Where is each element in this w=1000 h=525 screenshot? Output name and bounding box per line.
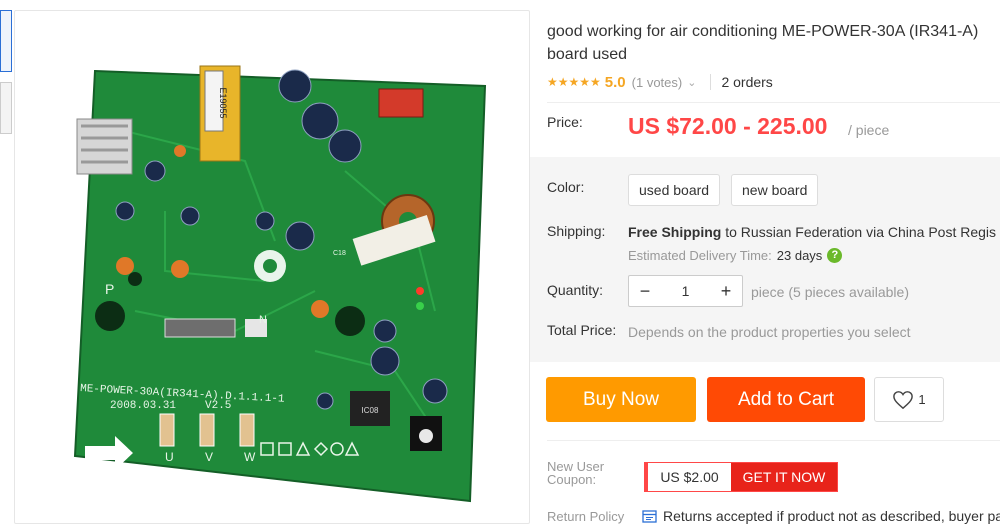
thumbnail-2[interactable] [0, 82, 12, 134]
return-policy-info[interactable]: Returns accepted if product not as descr… [642, 508, 1000, 524]
chip-code: IC08 [362, 406, 379, 415]
coupon-label: New User Coupon: [547, 459, 605, 487]
return-policy-label: Return Policy [547, 509, 625, 524]
product-title: good working for air conditioning ME-POW… [547, 20, 1000, 66]
wishlist-count: 1 [918, 392, 926, 407]
title-line-1: good working for air conditioning ME-POW… [547, 23, 979, 40]
add-to-cart-button[interactable]: Add to Cart [707, 377, 865, 422]
shipping-info[interactable]: Free Shipping to Russian Federation via … [628, 224, 996, 240]
product-detail-panel: good working for air conditioning ME-POW… [530, 0, 1000, 525]
coupon-amount: US $2.00 [645, 463, 731, 491]
board-date-label: 2008.03.31 [110, 400, 176, 412]
quantity-decrease-button[interactable]: − [629, 276, 661, 306]
shipping-label: Shipping: [547, 223, 606, 239]
get-coupon-button[interactable]: GET IT NOW [731, 463, 837, 491]
quantity-input[interactable]: 1 [661, 283, 710, 299]
phase-u-label: U [165, 450, 174, 464]
chevron-down-icon[interactable]: ⌄ [687, 76, 696, 89]
title-line-2: board used [547, 46, 628, 63]
thumbnail-1[interactable] [0, 10, 12, 72]
eta-label: Estimated Delivery Time: [628, 248, 772, 263]
pcb-board-image: E19055 IC08 P N C18 ME-POWER-30A(IR341-A… [73, 65, 487, 503]
total-price-label: Total Price: [547, 322, 617, 338]
help-icon[interactable]: ? [827, 248, 843, 263]
pin-p-label: P [105, 281, 114, 297]
wishlist-button[interactable]: 1 [874, 377, 944, 422]
rating-row: ★★★★★ 5.0 (1 votes) ⌄ 2 orders [547, 72, 773, 92]
price-unit: / piece [848, 122, 890, 138]
rating-score: 5.0 [604, 73, 626, 91]
quantity-stepper: − 1 + [628, 275, 743, 307]
heart-icon [893, 390, 914, 409]
star-rating-icon: ★★★★★ [547, 75, 601, 89]
color-option-used-board[interactable]: used board [628, 174, 721, 206]
coupon-box: US $2.00 GET IT NOW [644, 462, 838, 492]
return-policy-icon [642, 509, 657, 523]
phase-w-label: W [244, 450, 256, 464]
image-gallery: E19055 IC08 P N C18 ME-POWER-30A(IR341-A… [0, 0, 530, 525]
shipping-destination: to Russian Federation via China Post Reg… [721, 224, 997, 240]
color-option-new-board[interactable]: new board [731, 174, 819, 206]
board-version-label: V2.5 [205, 400, 231, 412]
return-policy-text: Returns accepted if product not as descr… [663, 508, 1000, 524]
divider [547, 102, 1000, 103]
divider [547, 440, 1000, 441]
component-code: C18 [333, 250, 346, 257]
free-shipping-text: Free Shipping [628, 224, 722, 240]
quantity-label: Quantity: [547, 282, 604, 298]
total-price-value: Depends on the product properties you se… [628, 324, 911, 340]
main-product-photo[interactable]: E19055 IC08 P N C18 ME-POWER-30A(IR341-A… [14, 10, 530, 524]
price-label: Price: [547, 114, 583, 130]
divider [710, 74, 712, 90]
buy-now-button[interactable]: Buy Now [546, 377, 696, 422]
order-count: 2 orders [721, 74, 773, 90]
eta-days: 23 days [776, 248, 823, 263]
quantity-availability: piece (5 pieces available) [751, 284, 909, 300]
delivery-estimate: Estimated Delivery Time: 23 days ? [628, 248, 843, 263]
price-value: US $72.00 - 225.00 [628, 113, 828, 139]
pin-n-label: N [259, 314, 267, 326]
transformer-code: E19055 [218, 87, 228, 118]
color-label: Color: [547, 179, 585, 195]
quantity-increase-button[interactable]: + [710, 276, 742, 306]
vote-count-link[interactable]: (1 votes) [632, 75, 683, 90]
phase-v-label: V [205, 450, 213, 464]
